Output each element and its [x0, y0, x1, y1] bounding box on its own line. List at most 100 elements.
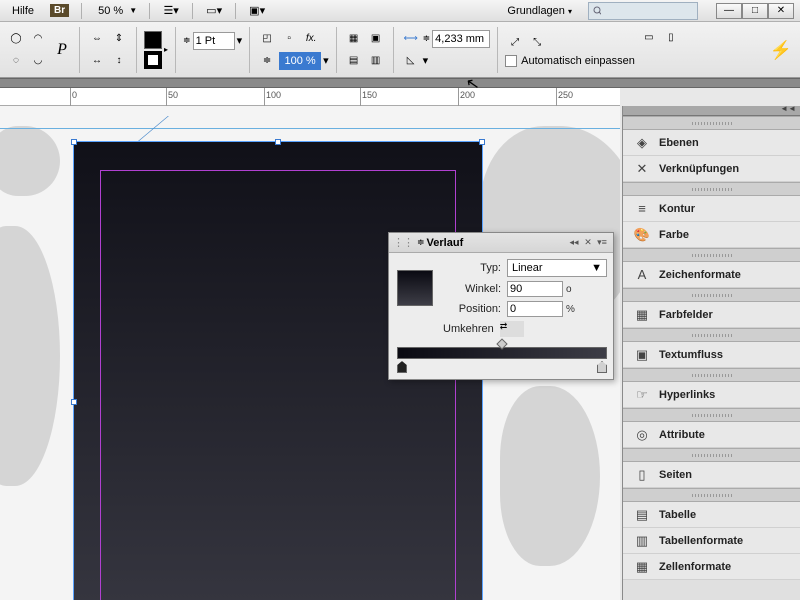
- gradient-preview[interactable]: [397, 270, 433, 306]
- control-bar: ◯ ◠ ◌ ◡ P ⇔ ⇕ ↔ ↕ ▸ ≑ 1 Pt ▾: [0, 22, 800, 78]
- effects-icon[interactable]: ▫: [279, 29, 299, 49]
- panel-zeichenformate[interactable]: A Zeichenformate: [623, 262, 800, 288]
- panel-zellenformate[interactable]: ▦Zellenformate: [623, 554, 800, 580]
- align-h-icon[interactable]: ↔: [87, 51, 107, 71]
- ellipse-dashed-icon[interactable]: ◌: [6, 51, 26, 71]
- gradient-midpoint[interactable]: [496, 338, 507, 349]
- guide-line[interactable]: [0, 128, 620, 129]
- menu-help[interactable]: Hilfe: [6, 3, 40, 19]
- opacity-dropdown[interactable]: ▾: [323, 54, 329, 67]
- panel-kontur[interactable]: ≡Kontur: [623, 196, 800, 222]
- screen-mode-icon[interactable]: ▭▾: [205, 2, 223, 20]
- collapse-arrows-icon[interactable]: ≑: [417, 237, 425, 248]
- seiten-icon: ▯: [633, 467, 651, 483]
- gradient-type-select[interactable]: Linear▼: [507, 259, 607, 277]
- gradient-stop-end[interactable]: [597, 361, 607, 373]
- swap-swatch-arrow[interactable]: ▸: [164, 45, 168, 54]
- zeichenformate-icon: A: [633, 267, 651, 283]
- panel-label: Tabelle: [659, 509, 696, 521]
- menu-bar: Hilfe Br 50 %▼ ☰▾ ▭▾ ▣▾ Grundlagen ▾ — □…: [0, 0, 800, 22]
- panel-hyperlinks[interactable]: ☞Hyperlinks: [623, 382, 800, 408]
- frame-corner-icon[interactable]: ◺: [401, 51, 421, 71]
- distribute-h-icon[interactable]: ⇔: [87, 29, 107, 49]
- text-wrap-below-icon[interactable]: ▥: [366, 51, 386, 71]
- angle-label: Winkel:: [443, 283, 501, 295]
- stroke-stepper-icon[interactable]: ≑: [183, 35, 191, 46]
- workspace-switcher[interactable]: Grundlagen ▾: [501, 3, 578, 19]
- panel-minimize-icon[interactable]: ◂◂: [567, 237, 581, 249]
- horizontal-ruler[interactable]: 050100150200250: [0, 88, 620, 106]
- panel-tabelle[interactable]: ▤Tabelle: [623, 502, 800, 528]
- panel-menu-icon[interactable]: ▾≡: [595, 237, 609, 249]
- ellipse-tool-icon[interactable]: ◯: [6, 29, 26, 49]
- reverse-button[interactable]: ⇄: [500, 321, 524, 337]
- panel-farbe[interactable]: 🎨Farbe: [623, 222, 800, 248]
- text-wrap-jump-icon[interactable]: ▤: [344, 51, 364, 71]
- panel-attribute[interactable]: ◎Attribute: [623, 422, 800, 448]
- corner-icon[interactable]: ◰: [257, 29, 277, 49]
- minimize-button[interactable]: —: [716, 3, 742, 19]
- arc-dashed-icon[interactable]: ◡: [28, 51, 48, 71]
- opacity-stepper-icon[interactable]: ≑: [257, 51, 277, 71]
- opacity-input[interactable]: 100 %: [279, 52, 321, 70]
- ebenen-icon: ◈: [633, 135, 651, 151]
- panel-titlebar[interactable]: ⋮⋮ ≑ Verlauf ◂◂ ✕ ▾≡: [389, 233, 613, 253]
- panel-seiten[interactable]: ▯ Seiten: [623, 462, 800, 488]
- panel-label: Ebenen: [659, 137, 699, 149]
- selection-handle[interactable]: [275, 139, 281, 145]
- panel-label: Farbfelder: [659, 309, 713, 321]
- panel-verknuepfungen[interactable]: ✕Verknüpfungen: [623, 156, 800, 182]
- gradient-ramp[interactable]: [397, 347, 607, 359]
- autofit-checkbox[interactable]: [505, 55, 517, 67]
- stroke-weight-dropdown[interactable]: ▾: [237, 34, 243, 47]
- dock-collapse-bar[interactable]: [623, 106, 800, 116]
- frame-stepper-icon[interactable]: ≑: [423, 33, 431, 44]
- position-input[interactable]: [507, 301, 563, 317]
- quick-apply-icon[interactable]: ⚡: [770, 40, 792, 61]
- zellenformate-icon: ▦: [633, 559, 651, 575]
- fit-frame-icon[interactable]: ⤡: [527, 33, 547, 53]
- dock-group-separator: [623, 368, 800, 382]
- arrange-icon[interactable]: ▣▾: [248, 2, 266, 20]
- fx-icon[interactable]: fx.: [301, 29, 321, 49]
- angle-input[interactable]: [507, 281, 563, 297]
- panel-ebenen[interactable]: ◈ Ebenen: [623, 130, 800, 156]
- zoom-dropdown[interactable]: 50 %▼: [94, 4, 137, 18]
- search-icon: [593, 6, 601, 16]
- paragraph-styles-icon[interactable]: P: [52, 40, 72, 60]
- fill-frame-icon[interactable]: ▯: [661, 28, 681, 48]
- panel-tabellenformate[interactable]: ▥Tabellenformate: [623, 528, 800, 554]
- stroke-swatch[interactable]: [144, 51, 162, 69]
- arc-tool-icon[interactable]: ◠: [28, 29, 48, 49]
- panel-farbfelder[interactable]: ▦Farbfelder: [623, 302, 800, 328]
- dock-group-separator: [623, 408, 800, 422]
- selection-handle[interactable]: [71, 139, 77, 145]
- fill-swatch[interactable]: [144, 31, 162, 49]
- text-wrap-around-icon[interactable]: ▣: [366, 29, 386, 49]
- bridge-badge[interactable]: Br: [50, 4, 69, 17]
- dock-group-separator: [623, 488, 800, 502]
- center-content-icon[interactable]: ▭: [639, 28, 659, 48]
- text-wrap-none-icon[interactable]: ▦: [344, 29, 364, 49]
- fit-content-icon[interactable]: ⤢: [505, 33, 525, 53]
- search-input[interactable]: [588, 2, 698, 20]
- frame-width-icon: ⟷: [401, 29, 421, 49]
- selection-handle[interactable]: [71, 399, 77, 405]
- close-button[interactable]: ✕: [768, 3, 794, 19]
- distribute-v-icon[interactable]: ⇕: [109, 29, 129, 49]
- frame-corner-dropdown[interactable]: ▾: [423, 54, 429, 67]
- frame-width-input[interactable]: 4,233 mm: [432, 30, 490, 48]
- document-tab-strip: [0, 78, 800, 88]
- selection-handle[interactable]: [479, 139, 485, 145]
- position-label: Position:: [443, 303, 501, 315]
- align-v-icon[interactable]: ↕: [109, 51, 129, 71]
- panel-textumfluss[interactable]: ▣Textumfluss: [623, 342, 800, 368]
- view-options-icon[interactable]: ☰▾: [162, 2, 180, 20]
- panel-grip-icon[interactable]: ⋮⋮: [393, 236, 413, 249]
- gradient-stop-start[interactable]: [397, 361, 407, 373]
- panel-label: Seiten: [659, 469, 692, 481]
- panel-close-icon[interactable]: ✕: [581, 237, 595, 249]
- stroke-weight-input[interactable]: 1 Pt: [193, 32, 235, 50]
- maximize-button[interactable]: □: [742, 3, 768, 19]
- panel-label: Zeichenformate: [659, 269, 741, 281]
